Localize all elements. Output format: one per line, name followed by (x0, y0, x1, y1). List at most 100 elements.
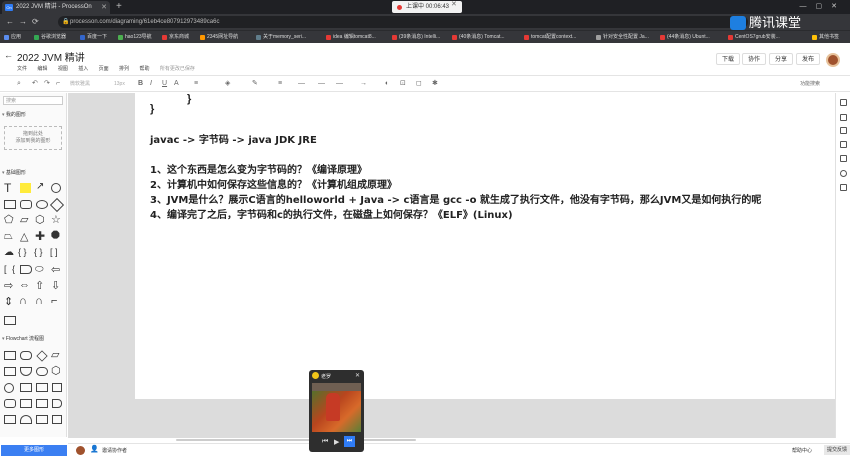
style-panel-icon[interactable] (840, 99, 847, 106)
document-shape-icon[interactable] (20, 265, 32, 274)
history-icon[interactable] (840, 155, 847, 162)
menu-page[interactable]: 页面 (99, 66, 109, 72)
vertical-arrow-shape-icon[interactable]: ⇕ (4, 295, 13, 308)
play-icon[interactable]: ▶ (334, 438, 339, 446)
user-avatar[interactable] (826, 53, 840, 67)
font-family-select[interactable]: 微软雅黑 (70, 76, 90, 92)
sequential-data-shape-icon[interactable] (36, 415, 48, 424)
bracket-shape-icon[interactable]: [ ] (50, 247, 58, 257)
frame-shape-icon[interactable] (4, 316, 16, 325)
delay-shape-icon[interactable] (52, 399, 62, 408)
video-popup[interactable]: 老罗 ✕ ⏮ ▶ ⏭ (309, 370, 364, 452)
bend-arrow-shape-icon[interactable]: ∩ (35, 295, 43, 307)
menu-help[interactable]: 帮助 (139, 66, 149, 72)
down-arrow-shape-icon[interactable]: ⇩ (51, 279, 60, 292)
document-flow-shape-icon[interactable] (20, 367, 32, 376)
comments-icon[interactable] (840, 184, 847, 191)
bold-icon[interactable]: B (138, 76, 143, 92)
share-button[interactable]: 分享 (769, 53, 794, 65)
text-shape-icon[interactable]: T (4, 181, 11, 195)
arrow-start-icon[interactable]: — (336, 76, 343, 92)
align-icon[interactable]: ≡ (194, 76, 198, 92)
menu-edit[interactable]: 编辑 (37, 66, 47, 72)
redo-icon[interactable]: ↷ (44, 76, 50, 92)
hexagon-shape-icon[interactable]: ⬡ (35, 213, 45, 226)
predefined-process-shape-icon[interactable] (4, 367, 16, 376)
more-tools-icon[interactable]: ✱ (432, 76, 438, 92)
underline-icon[interactable]: U (162, 76, 167, 92)
back-arrow-icon[interactable]: ← (4, 50, 13, 60)
parallelogram-shape-icon[interactable]: ▱ (20, 213, 28, 226)
feedback-button[interactable]: 提交反馈 (824, 445, 850, 455)
data-panel-icon[interactable] (840, 127, 847, 134)
corner-arrow-shape-icon[interactable]: ⌐ (51, 295, 57, 307)
video-close-icon[interactable]: ✕ (355, 372, 360, 379)
line-style-icon[interactable]: — (298, 76, 305, 92)
shape-search-input[interactable]: 搜索 (3, 96, 63, 105)
tape-shape-icon[interactable] (52, 383, 62, 392)
add-user-icon[interactable]: 👤 (90, 445, 99, 453)
previous-icon[interactable]: ⏮ (322, 438, 328, 446)
window-controls[interactable]: —▢✕ (800, 0, 846, 13)
menu-file[interactable]: 文件 (17, 66, 27, 72)
triangle-shape-icon[interactable]: △ (20, 230, 28, 243)
nav-buttons[interactable]: ←→⟳ (6, 14, 44, 30)
data-shape-icon[interactable]: ▱ (51, 348, 59, 361)
bracket-left-shape-icon[interactable]: [ (4, 264, 7, 274)
page-settings-icon[interactable] (840, 114, 847, 121)
menu-arrange[interactable]: 排列 (119, 66, 129, 72)
canvas-list-item[interactable]: 4、编译完了之后，字节码和c的执行文件，在磁盘上如何保存？《ELF》(Linux… (150, 206, 513, 221)
collaborate-button[interactable]: 协作 (742, 53, 767, 65)
feature-search[interactable]: 功能搜索 (800, 76, 820, 92)
internal-storage-shape-icon[interactable] (4, 415, 16, 424)
callout-shape-icon[interactable]: ⬭ (35, 264, 44, 275)
cross-shape-icon[interactable]: ✚ (35, 229, 45, 243)
diamond-shape-icon[interactable] (49, 197, 65, 213)
canvas-list-item[interactable]: 2、计算机中如何保存这些信息的？《计算机组成原理》 (150, 176, 397, 191)
tab-close-icon[interactable]: ✕ (101, 1, 107, 14)
invite-collaborators-link[interactable]: 邀请协作者 (102, 447, 127, 454)
line-width-icon[interactable]: ≡ (278, 76, 282, 92)
brace-left-shape-icon[interactable]: { } (34, 247, 43, 257)
versions-icon[interactable] (840, 170, 847, 177)
note-shape-icon[interactable] (20, 183, 31, 193)
pentagon-shape-icon[interactable]: ⬠ (4, 213, 14, 226)
italic-icon[interactable]: I (150, 76, 152, 92)
card-shape-icon[interactable] (36, 383, 48, 392)
trapezoid-shape-icon[interactable]: ⏢ (4, 230, 13, 243)
arrow-end-icon[interactable]: → (360, 76, 367, 92)
layers-icon[interactable] (840, 141, 847, 148)
format-painter-icon[interactable]: ⌕ (17, 76, 21, 92)
display-shape-icon[interactable] (4, 399, 16, 408)
preparation-shape-icon[interactable]: ⬡ (51, 364, 61, 377)
group-icon[interactable]: ◻ (416, 76, 422, 92)
ellipse-shape-icon[interactable] (36, 200, 48, 209)
download-button[interactable]: 下载 (716, 53, 741, 65)
brace-shape-icon[interactable]: { } (18, 247, 27, 257)
section-flowchart[interactable]: Flowchart 流程图 (2, 335, 44, 342)
rounded-rect-shape-icon[interactable] (20, 200, 32, 209)
menu-insert[interactable]: 插入 (78, 66, 88, 72)
recording-close-icon[interactable]: ✕ (451, 0, 457, 8)
fill-icon[interactable]: ◈ (225, 76, 230, 92)
section-my-shapes[interactable]: 我的图形 (2, 111, 26, 118)
opacity-icon[interactable]: ◐ (385, 76, 389, 92)
connector-icon[interactable]: — (318, 76, 325, 92)
database-shape-icon[interactable] (20, 415, 32, 424)
u-turn-shape-icon[interactable]: ∩ (19, 295, 27, 307)
cloud-shape-icon[interactable]: ☁ (4, 247, 14, 258)
browser-tab[interactable]: On 2022 JVM 精讲 - ProcessOn ✕ (2, 1, 110, 14)
canvas-list-item[interactable]: 1、这个东西是怎么变为字节码的？《编译原理》 (150, 161, 367, 176)
menu-view[interactable]: 视图 (58, 66, 68, 72)
canvas-list-item[interactable]: 3、JVM是什么？展示C语言的helloworld + Java -> c语言是… (150, 191, 835, 206)
manual-input-shape-icon[interactable] (20, 383, 32, 392)
help-center-link[interactable]: 帮助中心 (792, 447, 812, 454)
decision-shape-icon[interactable] (36, 350, 48, 362)
alternate-process-shape-icon[interactable] (20, 351, 32, 360)
clear-format-icon[interactable]: ⌐ (56, 76, 60, 92)
double-arrow-shape-icon[interactable]: ⇔ (19, 279, 30, 291)
line-color-icon[interactable]: ✎ (252, 76, 258, 92)
rectangle-shape-icon[interactable] (4, 200, 16, 209)
lock-shape-icon[interactable]: ⊡ (400, 76, 406, 92)
new-tab-button[interactable]: + (116, 0, 122, 13)
